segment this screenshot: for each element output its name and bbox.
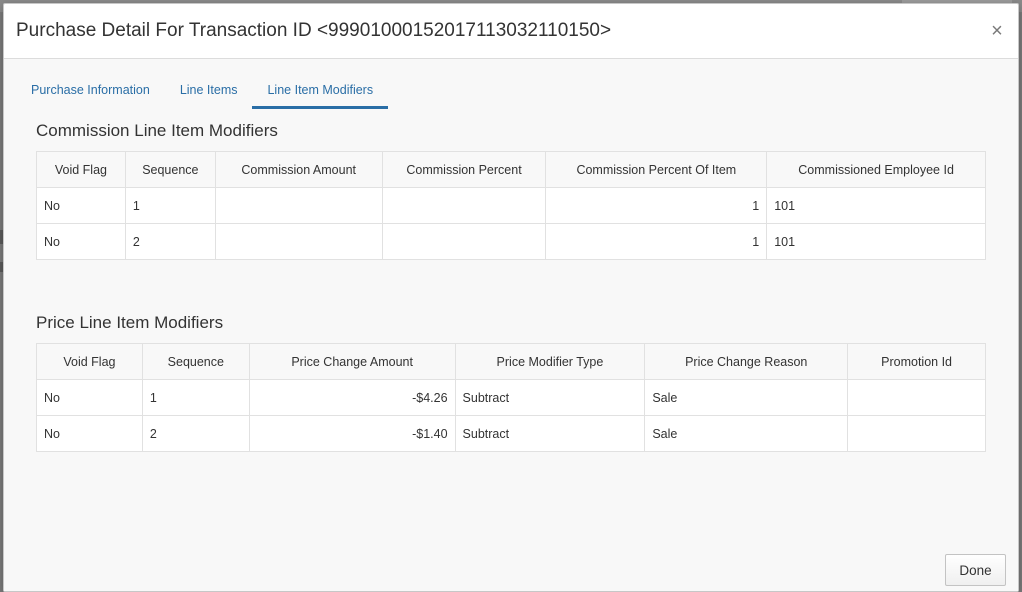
cell-sequence: 1 xyxy=(124,187,216,224)
column-header[interactable]: Sequence xyxy=(124,151,216,188)
column-header[interactable]: Commissioned Employee Id xyxy=(766,151,986,188)
table-header-row: Void Flag Sequence Commission Amount Com… xyxy=(36,151,986,188)
column-header[interactable]: Void Flag xyxy=(36,343,143,380)
table-row[interactable]: No 2 -$1.40 Subtract Sale xyxy=(36,415,986,452)
commission-table: Void Flag Sequence Commission Amount Com… xyxy=(36,151,986,260)
cell-promotion-id xyxy=(847,415,986,452)
column-header[interactable]: Commission Percent xyxy=(381,151,547,188)
column-header[interactable]: Commission Amount xyxy=(214,151,383,188)
tab-bar: Purchase Information Line Items Line Ite… xyxy=(16,79,389,109)
cell-commissioned-employee-id: 101 xyxy=(766,223,986,260)
cell-commission-percent-of-item: 1 xyxy=(545,223,768,260)
tab-line-items[interactable]: Line Items xyxy=(165,79,253,109)
dialog-footer: Done xyxy=(4,551,1018,591)
close-icon: × xyxy=(991,20,1003,42)
table-header-row: Void Flag Sequence Price Change Amount P… xyxy=(36,343,986,380)
cell-commission-amount xyxy=(214,223,383,260)
column-header[interactable]: Commission Percent Of Item xyxy=(545,151,768,188)
cell-price-modifier-type: Subtract xyxy=(454,415,646,452)
dialog-header: Purchase Detail For Transaction ID <9990… xyxy=(4,4,1018,59)
tab-line-item-modifiers[interactable]: Line Item Modifiers xyxy=(252,79,389,109)
dialog-body: Purchase Information Line Items Line Ite… xyxy=(4,59,1018,553)
cell-commissioned-employee-id: 101 xyxy=(766,187,986,224)
cell-price-change-amount: -$1.40 xyxy=(248,415,456,452)
cell-void-flag: No xyxy=(36,187,126,224)
commission-section-title: Commission Line Item Modifiers xyxy=(36,121,278,140)
cell-price-modifier-type: Subtract xyxy=(454,379,646,416)
cell-sequence: 2 xyxy=(124,223,216,260)
done-button[interactable]: Done xyxy=(945,554,1006,586)
column-header[interactable]: Price Change Reason xyxy=(644,343,849,380)
cell-commission-percent xyxy=(381,223,547,260)
cell-void-flag: No xyxy=(36,223,126,260)
column-header[interactable]: Price Change Amount xyxy=(248,343,456,380)
cell-void-flag: No xyxy=(36,415,143,452)
column-header[interactable]: Sequence xyxy=(141,343,250,380)
cell-void-flag: No xyxy=(36,379,143,416)
cell-sequence: 1 xyxy=(141,379,250,416)
cell-price-change-amount: -$4.26 xyxy=(248,379,456,416)
cell-price-change-reason: Sale xyxy=(644,379,849,416)
cell-sequence: 2 xyxy=(141,415,250,452)
cell-promotion-id xyxy=(847,379,986,416)
table-row[interactable]: No 2 1 101 xyxy=(36,223,986,260)
tab-purchase-information[interactable]: Purchase Information xyxy=(16,79,165,109)
price-table: Void Flag Sequence Price Change Amount P… xyxy=(36,343,986,452)
dialog-title: Purchase Detail For Transaction ID <9990… xyxy=(16,20,612,41)
close-button[interactable]: × xyxy=(988,20,1006,42)
cell-commission-amount xyxy=(214,187,383,224)
column-header[interactable]: Price Modifier Type xyxy=(454,343,646,380)
cell-price-change-reason: Sale xyxy=(644,415,849,452)
column-header[interactable]: Void Flag xyxy=(36,151,126,188)
purchase-detail-dialog: Purchase Detail For Transaction ID <9990… xyxy=(3,3,1019,592)
column-header[interactable]: Promotion Id xyxy=(847,343,986,380)
cell-commission-percent-of-item: 1 xyxy=(545,187,768,224)
cell-commission-percent xyxy=(381,187,547,224)
price-section-title: Price Line Item Modifiers xyxy=(36,313,224,332)
table-row[interactable]: No 1 -$4.26 Subtract Sale xyxy=(36,379,986,416)
table-row[interactable]: No 1 1 101 xyxy=(36,187,986,224)
